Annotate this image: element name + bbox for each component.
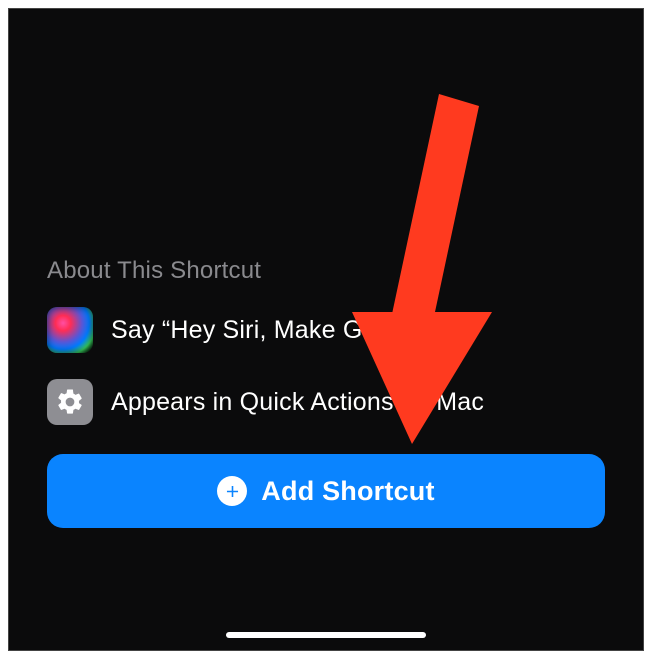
plus-icon: [217, 476, 247, 506]
list-item: Say “Hey Siri, Make GIF” to run: [47, 307, 605, 353]
quick-actions-text: Appears in Quick Actions on Mac: [111, 388, 484, 417]
list-item: Appears in Quick Actions on Mac: [47, 379, 605, 425]
home-indicator[interactable]: [226, 632, 426, 638]
gear-icon: [47, 379, 93, 425]
about-section: About This Shortcut Say “Hey Siri, Make …: [47, 257, 605, 451]
screen-frame: About This Shortcut Say “Hey Siri, Make …: [8, 8, 644, 651]
add-shortcut-button[interactable]: Add Shortcut: [47, 454, 605, 528]
siri-hint-text: Say “Hey Siri, Make GIF” to run: [111, 316, 466, 345]
section-title: About This Shortcut: [47, 257, 605, 285]
siri-icon: [47, 307, 93, 353]
add-shortcut-label: Add Shortcut: [261, 476, 434, 507]
